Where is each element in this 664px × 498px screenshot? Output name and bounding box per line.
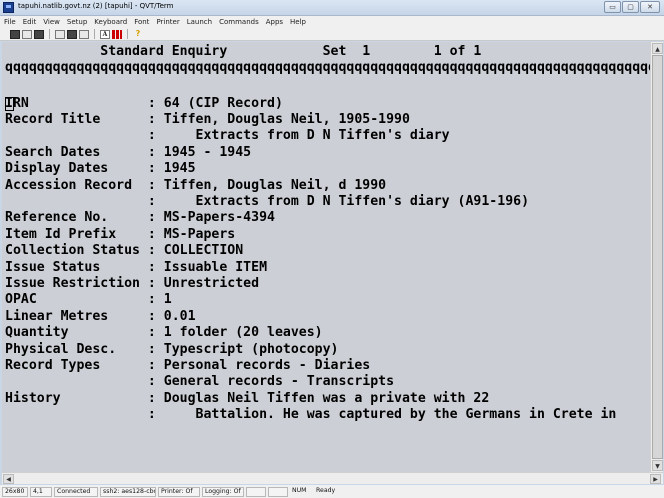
record-row: Quantity : 1 folder (20 leaves) (5, 325, 323, 340)
status-logging: Logging: Of (202, 486, 244, 497)
toolbar-separator (127, 29, 128, 39)
terminal-rule: qqqqqqqqqqqqqqqqqqqqqqqqqqqqqqqqqqqqqqqq… (5, 60, 650, 75)
scroll-right-icon[interactable]: ▶ (650, 474, 661, 484)
record-row: : Battalion. He was captured by the Germ… (5, 407, 617, 422)
menu-commands[interactable]: Commands (219, 18, 259, 26)
record-row: : Extracts from D N Tiffen's diary (A91-… (5, 194, 530, 209)
record-row: Issue Restriction : Unrestricted (5, 276, 260, 291)
menu-edit[interactable]: Edit (23, 18, 37, 26)
status-blank-2 (268, 486, 288, 497)
toolbar: A ? (0, 28, 664, 41)
record-row: Item Id Prefix : MS-Papers (5, 227, 236, 242)
scroll-left-icon[interactable]: ◀ (3, 474, 14, 484)
toolbar-separator (94, 29, 95, 39)
status-num-lock: NUM (292, 486, 307, 494)
record-row: Search Dates : 1945 - 1945 (5, 145, 252, 160)
scroll-down-icon[interactable]: ▼ (652, 460, 663, 471)
status-bar: 26x80 4,1 Connected ssh2: aes128-cbc Pri… (0, 485, 664, 498)
menu-help[interactable]: Help (290, 18, 306, 26)
menu-font[interactable]: Font (134, 18, 149, 26)
status-cipher: ssh2: aes128-cbc (100, 486, 156, 497)
record-row: : Extracts from D N Tiffen's diary (5, 128, 450, 143)
menu-bar: File Edit View Setup Keyboard Font Print… (0, 16, 664, 28)
status-connection: Connected (54, 486, 98, 497)
menu-apps[interactable]: Apps (266, 18, 283, 26)
status-ready: Ready (316, 486, 336, 494)
record-row: Display Dates : 1945 (5, 161, 196, 176)
record-row: IRN : 64 (CIP Record) (5, 96, 283, 111)
minimize-button[interactable]: ▭ (604, 1, 621, 13)
menu-printer[interactable]: Printer (156, 18, 179, 26)
title-bar: tapuhi.natlib.govt.nz (2) [tapuhi] - QVT… (0, 0, 664, 16)
scroll-up-icon[interactable]: ▲ (652, 43, 663, 54)
help-icon[interactable]: ? (133, 29, 143, 39)
toolbar-separator (49, 29, 50, 39)
record-row: Accession Record : Tiffen, Douglas Neil,… (5, 178, 387, 193)
menu-launch[interactable]: Launch (187, 18, 212, 26)
window-title: tapuhi.natlib.govt.nz (2) [tapuhi] - QVT… (18, 2, 174, 10)
horizontal-scrollbar[interactable]: ◀ ▶ (2, 472, 663, 484)
record-row: Linear Metres : 0.01 (5, 309, 196, 324)
record-row: Record Title : Tiffen, Douglas Neil, 190… (5, 112, 410, 127)
record-row: Issue Status : Issuable ITEM (5, 260, 268, 275)
terminal-screen[interactable]: Standard Enquiry Set 1 1 of 1 qqqqqqqqqq… (2, 42, 650, 472)
menu-file[interactable]: File (4, 18, 16, 26)
record-row: OPAC : 1 (5, 292, 172, 307)
record-row: Physical Desc. : Typescript (photocopy) (5, 342, 339, 357)
status-printer: Printer: Of (158, 486, 200, 497)
status-screen-size: 26x80 (2, 486, 28, 497)
printer-icon[interactable] (79, 29, 89, 39)
save-icon[interactable] (22, 29, 32, 39)
color-bars-icon[interactable] (112, 29, 122, 39)
window-controls: ▭ ▢ ✕ (604, 1, 660, 13)
record-row: Collection Status : COLLECTION (5, 243, 244, 258)
menu-setup[interactable]: Setup (67, 18, 87, 26)
record-row: Reference No. : MS-Papers-4394 (5, 210, 275, 225)
terminal-header: Standard Enquiry Set 1 1 of 1 (5, 44, 482, 59)
maximize-button[interactable]: ▢ (622, 1, 639, 13)
close-button[interactable]: ✕ (640, 1, 660, 13)
disk-icon[interactable] (34, 29, 44, 39)
record-row: : General records - Transcripts (5, 374, 395, 389)
vertical-scrollbar[interactable]: ▲ ▼ (650, 42, 663, 472)
menu-view[interactable]: View (43, 18, 60, 26)
record-row: History : Douglas Neil Tiffen was a priv… (5, 391, 490, 406)
paste-icon[interactable] (67, 29, 77, 39)
print-icon[interactable] (10, 29, 20, 39)
record-row: Record Types : Personal records - Diarie… (5, 358, 371, 373)
font-icon[interactable]: A (100, 29, 110, 39)
menu-keyboard[interactable]: Keyboard (94, 18, 127, 26)
terminal-app-icon (3, 2, 14, 13)
status-cursor-position: 4,1 (30, 486, 52, 497)
status-blank-1 (246, 486, 266, 497)
copy-icon[interactable] (55, 29, 65, 39)
vertical-scroll-thumb[interactable] (652, 55, 663, 459)
